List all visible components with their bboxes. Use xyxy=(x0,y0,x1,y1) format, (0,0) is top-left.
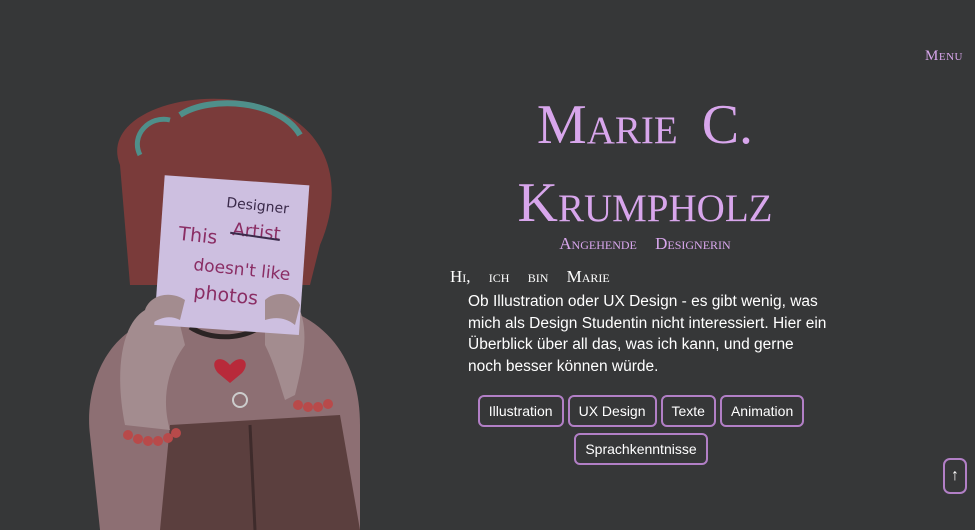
tag-illustration[interactable]: Illustration xyxy=(477,395,564,427)
title-line-last-name: Krumpholz xyxy=(517,172,773,234)
subtitle: Angehende Designerin xyxy=(559,234,731,253)
arrow-up-icon: ↑ xyxy=(951,467,959,484)
tag-ux-design[interactable]: UX Design xyxy=(567,395,657,427)
greeting-heading: Hi, ich bin Marie xyxy=(450,267,610,286)
sign-this: This xyxy=(176,223,218,249)
intro-paragraph: Ob Illustration oder UX Design - es gibt… xyxy=(468,293,827,375)
tag-texte[interactable]: Texte xyxy=(660,395,716,427)
scroll-to-top-button[interactable]: ↑ xyxy=(943,458,967,494)
title-line-first-name: Marie C. xyxy=(536,94,754,156)
menu-link[interactable]: Menu xyxy=(925,48,963,65)
tag-animation[interactable]: Animation xyxy=(719,395,805,427)
skill-tags: Illustration UX Design Texte Animation S… xyxy=(466,395,816,465)
tag-sprachkenntnisse[interactable]: Sprachkenntnisse xyxy=(574,433,708,465)
page-title: Marie C. Krumpholz xyxy=(470,86,820,242)
self-portrait-illustration: This Artist Designer doesn't like photos xyxy=(89,98,361,530)
